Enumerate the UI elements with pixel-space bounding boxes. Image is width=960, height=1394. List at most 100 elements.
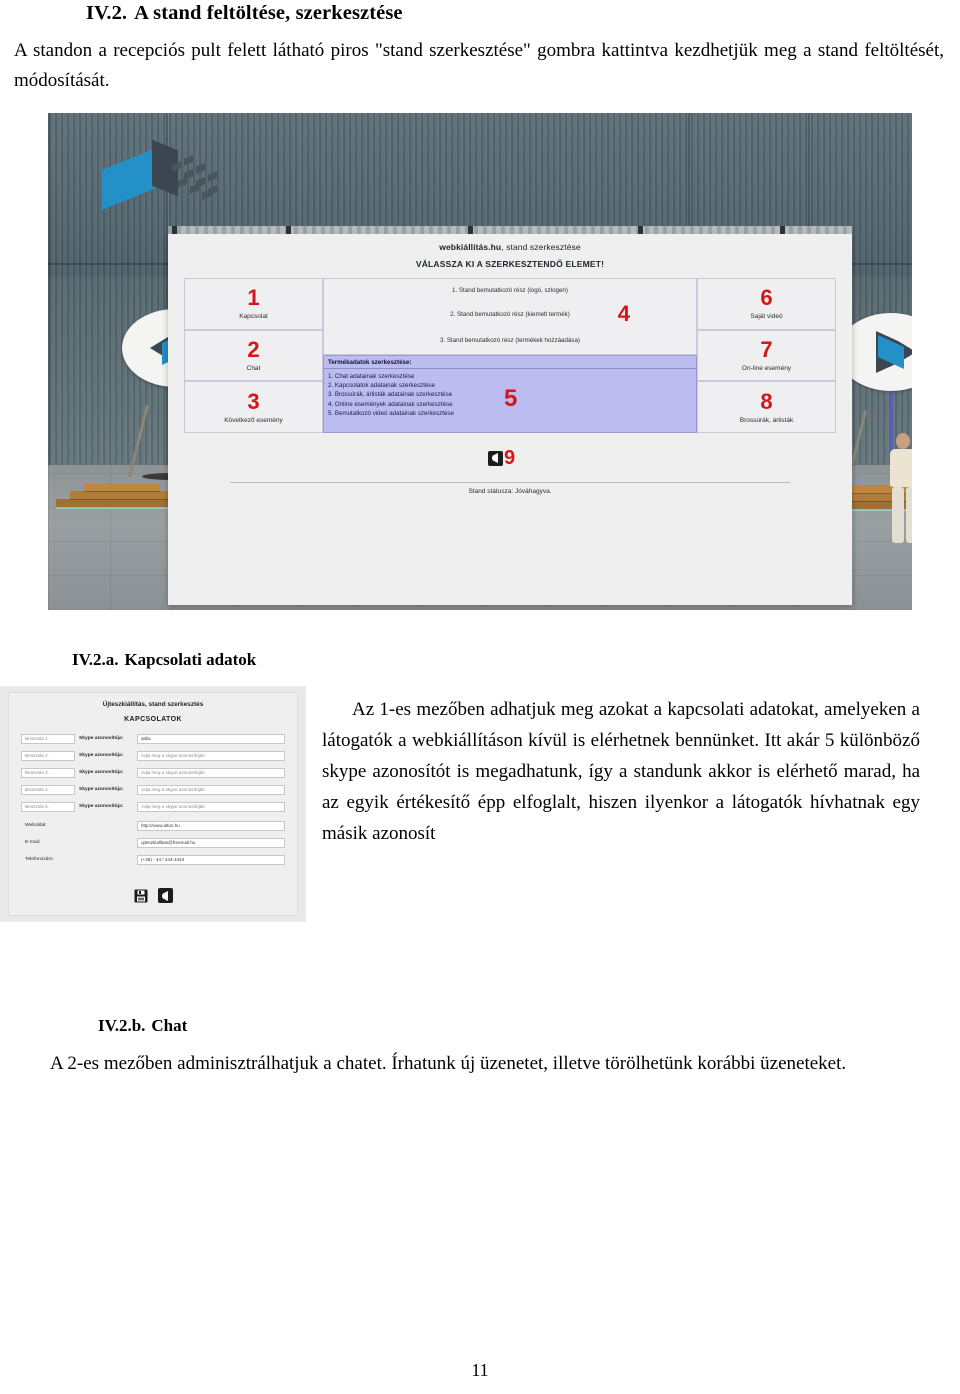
- cell-caption: Brossúrák, árlisták: [739, 416, 794, 424]
- editor-title-rest: , stand szerkesztése: [501, 242, 581, 252]
- skype-label-3: Skype azonosítója:: [79, 770, 124, 775]
- phone-label: Telefonszám:: [25, 857, 54, 862]
- editor-element-grid: 1 Kapcsolat 2 Chat 3 Következő esemény 1…: [184, 278, 836, 434]
- table-row: Beosztás 1. Skype azonosítója: attila: [21, 732, 285, 745]
- website-input[interactable]: http://www.alton.hu: [137, 820, 285, 831]
- editor-title: webkiállítás.hu, stand szerkesztése: [168, 234, 852, 252]
- stand-status-text: Stand státusza: Jóváhagyva.: [468, 488, 552, 495]
- stand-editor-panel: webkiállítás.hu, stand szerkesztése VÁLA…: [168, 226, 852, 605]
- cell-number: 1: [247, 285, 260, 311]
- position-input-5[interactable]: Beosztás 5.: [21, 801, 75, 812]
- section-b-paragraph: A 2-es mezőben adminisztrálhatjuk a chat…: [50, 1053, 847, 1074]
- avatar-visitor-partial: [884, 431, 912, 591]
- editor-title-brand: webkiállítás.hu: [439, 242, 502, 252]
- logo-dots: [172, 155, 222, 203]
- section-a-number: IV.2.a.: [72, 650, 119, 669]
- section-b-title: Chat: [151, 1016, 188, 1035]
- table-row: Beosztás 2. Skype azonosítója: Adja meg …: [21, 749, 285, 762]
- cell-number: 2: [247, 337, 260, 362]
- position-input-1[interactable]: Beosztás 1.: [21, 733, 75, 744]
- cell-caption: On-line esemény: [741, 365, 792, 372]
- figure-stand-editor-screenshot: webkiállítás.hu, stand szerkesztése VÁLA…: [48, 113, 912, 610]
- section-b-number: IV.2.b.: [98, 1016, 146, 1035]
- section-b-paragraph-block: A 2-es mezőben adminisztrálhatjuk a chat…: [14, 1048, 944, 1079]
- editor-cell-kapcsolat[interactable]: 1 Kapcsolat: [184, 278, 323, 330]
- editor-center-column: 1. Stand bemutatkozó rész (logó, szlogen…: [323, 278, 697, 433]
- editor-cell-termekadatok[interactable]: Termékadatok szerkesztése: 1. Chat adata…: [323, 355, 697, 433]
- table-row: Beosztás 4. Skype azonosítója: Adja meg …: [21, 783, 285, 796]
- back-button[interactable]: [157, 888, 173, 903]
- contacts-form-buttons: [9, 888, 297, 903]
- contacts-form-panel: Újteszkiállítás, stand szerkesztés KAPCS…: [8, 692, 298, 916]
- skype-input-2[interactable]: Adja meg a skype azonosítóját!: [137, 750, 285, 761]
- webkiallitas-logo-icon: [96, 137, 217, 217]
- editor-topbar: [168, 226, 852, 234]
- skype-label-4: Skype azonosítója:: [79, 787, 124, 792]
- table-row: Beosztás 5. Skype azonosítója: Adja meg …: [21, 800, 285, 813]
- save-button[interactable]: [134, 888, 149, 903]
- contacts-title-brand: Újteszkiállítás: [102, 701, 145, 708]
- section-a-paragraph: Az 1-es mezőben adhatjuk meg azokat a ka…: [322, 699, 920, 844]
- cell-caption: Saját videó: [750, 313, 783, 321]
- section-b-heading: IV.2.b. Chat: [98, 1016, 187, 1036]
- table-row: Beosztás 3. Skype azonosítója: Adja meg …: [21, 766, 285, 779]
- section-number: IV.2.: [86, 2, 128, 24]
- email-input[interactable]: ujteszkiallitas@freemail.hu: [137, 837, 285, 848]
- intro-paragraph-block: A standon a recepciós pult felett láthat…: [14, 36, 944, 96]
- section-a-heading: IV.2.a. Kapcsolati adatok: [72, 650, 256, 670]
- website-label: Weboldal:: [25, 823, 47, 828]
- position-input-2[interactable]: Beosztás 2.: [21, 750, 75, 761]
- save-floppy-icon: [134, 889, 148, 902]
- cell-caption: Következő esemény: [224, 416, 283, 424]
- cell-number: 7: [760, 337, 773, 362]
- skype-input-1[interactable]: attila: [137, 733, 285, 744]
- editor-cell-online-esemeny[interactable]: 7 On-line esemény: [697, 329, 836, 382]
- center-line-3: 3. Stand bemutatkozó rész (termékek hozz…: [440, 337, 580, 344]
- skype-input-3[interactable]: Adja meg a skype azonosítóját!: [137, 767, 285, 778]
- list-heading: Termékadatok szerkesztése:: [324, 356, 696, 369]
- section-a-title: Kapcsolati adatok: [124, 650, 257, 669]
- editor-left-column: 1 Kapcsolat 2 Chat 3 Következő esemény: [184, 278, 323, 434]
- cell-number: 8: [760, 388, 773, 414]
- contacts-form-subtitle: KAPCSOLATOK: [124, 716, 182, 723]
- editor-back-button[interactable]: [488, 450, 503, 466]
- editor-cell-stand-bemutatkozo[interactable]: 1. Stand bemutatkozó rész (logó, szlogen…: [323, 278, 697, 355]
- skype-label-2: Skype azonosítója:: [79, 753, 124, 758]
- section-title-text: A stand feltöltése, szerkesztése: [134, 2, 403, 24]
- table-row: Weboldal: http://www.alton.hu: [21, 819, 285, 832]
- cell-caption: Chat: [246, 365, 261, 372]
- intro-paragraph: A standon a recepciós pult felett láthat…: [14, 40, 944, 91]
- cell-number: 4: [617, 301, 630, 326]
- editor-cell-brossurak-arlistak[interactable]: 8 Brossúrák, árlisták: [697, 381, 836, 434]
- figure-contacts-form-screenshot: Újteszkiállítás, stand szerkesztés KAPCS…: [0, 686, 306, 922]
- page-title: IV.2. A stand feltöltése, szerkesztése: [86, 2, 946, 25]
- contacts-form-title: Újteszkiállítás, stand szerkesztés: [9, 693, 297, 708]
- editor-divider: [230, 482, 790, 483]
- chevron-left-icon: [492, 453, 498, 463]
- editor-subtitle: VÁLASSZA KI A SZERKESZTENDŐ ELEMET!: [415, 259, 605, 269]
- cell-number: 6: [760, 285, 773, 311]
- table-row: Telefonszám: (+36) - 44 / 444-4444: [21, 853, 285, 866]
- skype-input-5[interactable]: Adja meg a skype azonosítóját!: [137, 801, 285, 812]
- editor-cell-kovetkezo-esemeny[interactable]: 3 Következő esemény: [184, 381, 323, 434]
- document-page: IV.2. A stand feltöltése, szerkesztése A …: [0, 0, 960, 1394]
- email-label: E-mail:: [25, 840, 41, 845]
- cell-number: 9: [504, 447, 516, 469]
- editor-cell-sajat-video[interactable]: 6 Saját videó: [697, 278, 836, 330]
- list-item[interactable]: 1. Chat adatainak szerkesztése: [328, 372, 696, 381]
- table-row: E-mail: ujteszkiallitas@freemail.hu: [21, 836, 285, 849]
- chevron-left-icon: [161, 890, 168, 901]
- editor-back-row: 9: [488, 448, 515, 468]
- editor-right-column: 6 Saját videó 7 On-line esemény 8 Brossú…: [697, 278, 836, 434]
- editor-cell-chat[interactable]: 2 Chat: [184, 329, 323, 382]
- phone-input[interactable]: (+36) - 44 / 444-4444: [137, 854, 285, 865]
- center-line-1: 1. Stand bemutatkozó rész (logó, szlogen…: [452, 287, 568, 294]
- skype-input-4[interactable]: Adja meg a skype azonosítóját!: [137, 784, 285, 795]
- cell-number: 3: [247, 388, 260, 414]
- cell-caption: Kapcsolat: [239, 313, 268, 321]
- skype-label-1: Skype azonosítója:: [79, 736, 124, 741]
- position-input-4[interactable]: Beosztás 4.: [21, 784, 75, 795]
- section-a-paragraph-block: Az 1-es mezőben adhatjuk meg azokat a ka…: [322, 694, 920, 849]
- position-input-3[interactable]: Beosztás 3.: [21, 767, 75, 778]
- cell-number: 5: [504, 384, 518, 412]
